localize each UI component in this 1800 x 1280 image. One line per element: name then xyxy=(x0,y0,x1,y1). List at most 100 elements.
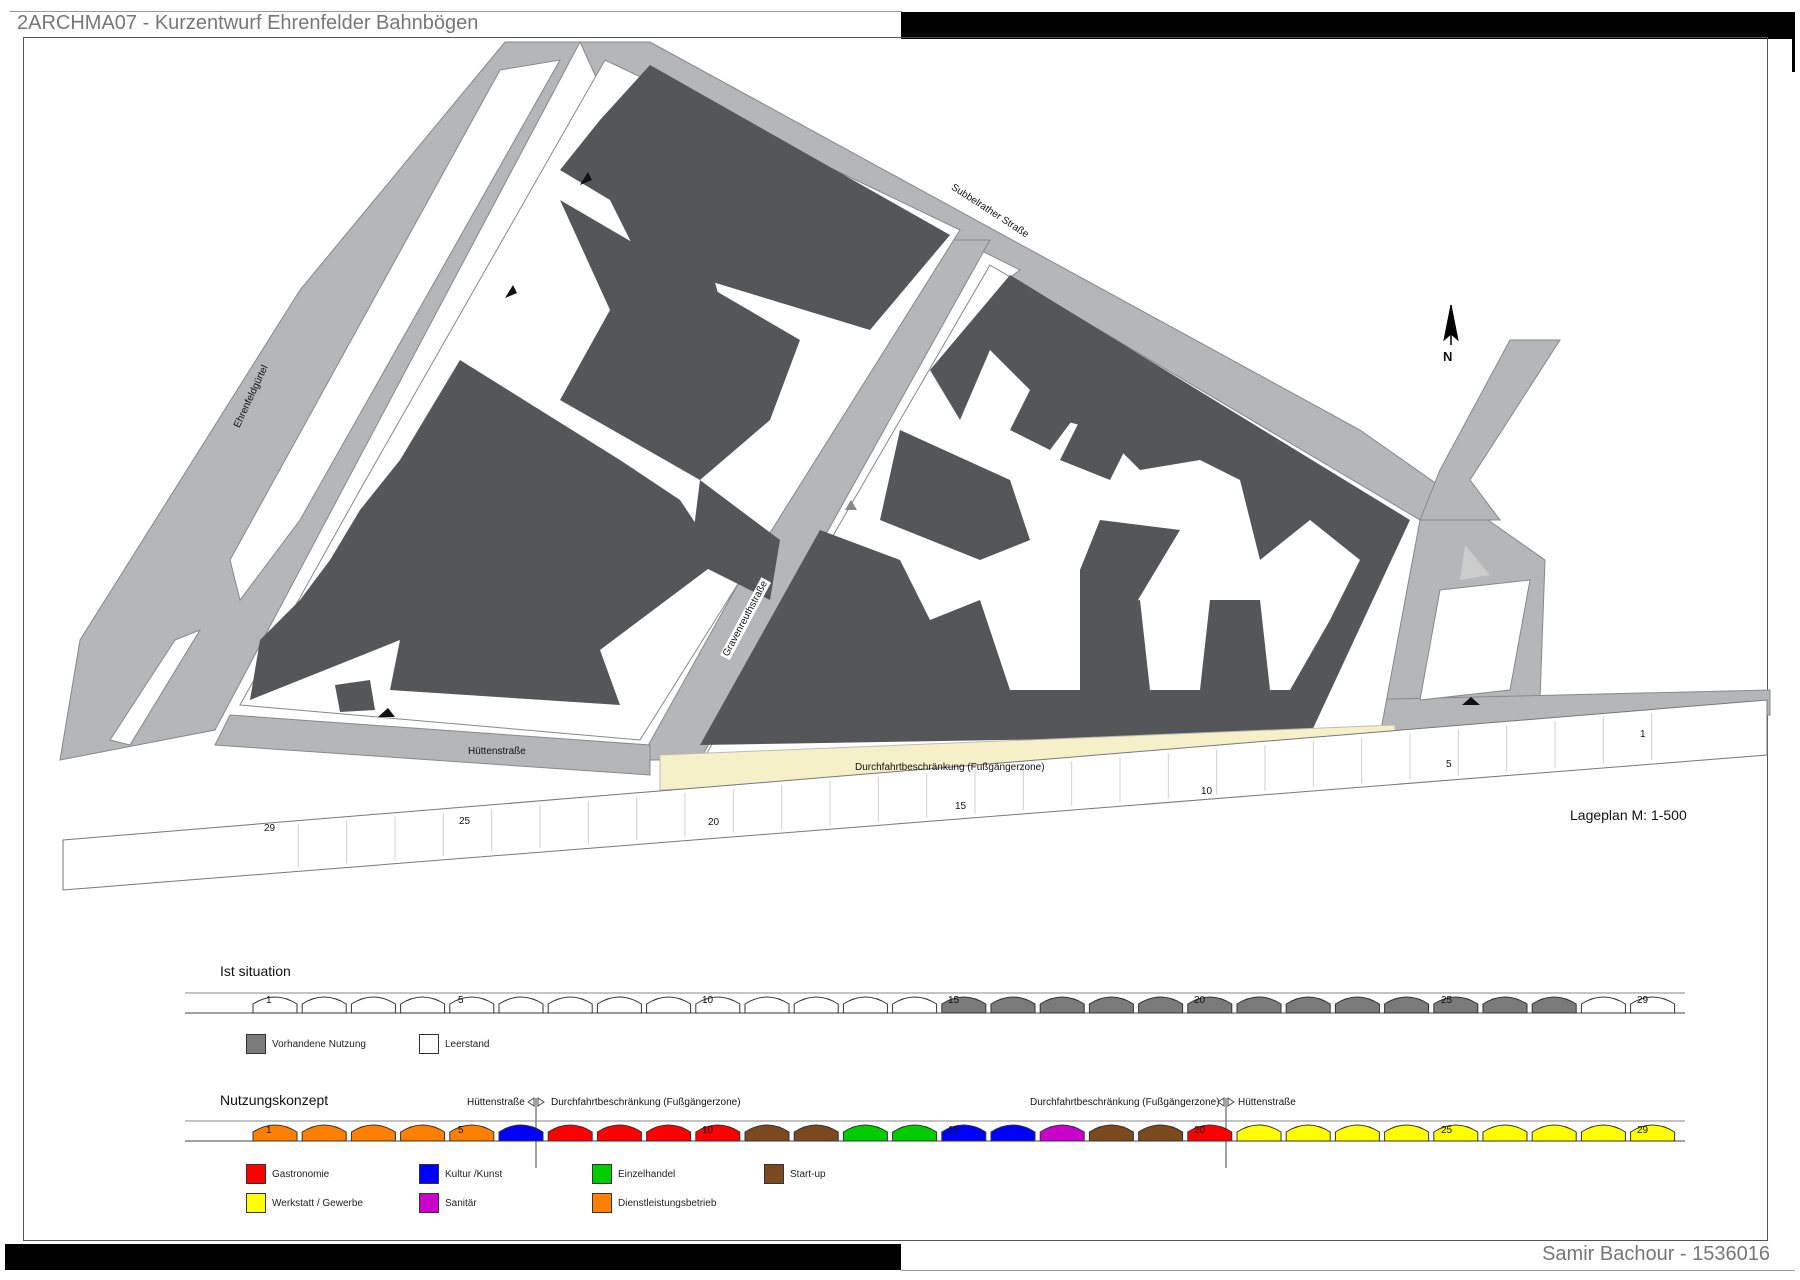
ist-arch-8 xyxy=(596,996,642,1014)
ist-arch-1 xyxy=(252,996,298,1014)
north-label: N xyxy=(1443,349,1453,364)
konzept-number-20: 20 xyxy=(1194,1125,1206,1136)
ist-legend-vacant-label: Leerstand xyxy=(445,1038,490,1050)
ist-arch-26 xyxy=(1482,996,1528,1014)
konzept-number-29: 29 xyxy=(1637,1125,1649,1136)
swatch-gastronomie xyxy=(246,1164,266,1184)
swatch-sanitaer xyxy=(419,1193,439,1213)
konzept-arch-24 xyxy=(1384,1124,1430,1142)
ist-legend-used: Vorhandene Nutzung xyxy=(246,1034,366,1054)
north-arrow xyxy=(1443,304,1459,345)
konzept-arch-27 xyxy=(1531,1124,1577,1142)
ist-arch-4 xyxy=(400,996,446,1014)
legend-startup-label: Start-up xyxy=(790,1168,826,1180)
ist-arch-18 xyxy=(1088,996,1134,1014)
ist-arch-9 xyxy=(646,996,692,1014)
ist-number-5: 5 xyxy=(458,995,464,1006)
street-branch-ne xyxy=(1419,339,1561,521)
ist-arch-17 xyxy=(1039,996,1085,1014)
ist-arch-27 xyxy=(1531,996,1577,1014)
ist-number-10: 10 xyxy=(702,995,714,1006)
legend-sanitaer-label: Sanitär xyxy=(445,1197,477,1209)
konzept-arch-14 xyxy=(892,1124,938,1142)
konzept-arch-5 xyxy=(449,1124,495,1142)
ist-arch-28 xyxy=(1580,996,1626,1014)
legend-kultur: Kultur /Kunst xyxy=(419,1164,502,1184)
legend-werkstatt-label: Werkstatt / Gewerbe xyxy=(272,1197,363,1209)
ist-number-15: 15 xyxy=(948,995,960,1006)
viaduct-number-5: 5 xyxy=(1446,759,1452,770)
ist-number-1: 1 xyxy=(266,995,272,1006)
konzept-arch-19 xyxy=(1138,1124,1184,1142)
swatch-vacant xyxy=(419,1034,439,1054)
swatch-kultur xyxy=(419,1164,439,1184)
ist-arch-7 xyxy=(547,996,593,1014)
ist-arch-21 xyxy=(1236,996,1282,1014)
legend-einzelhandel-label: Einzelhandel xyxy=(618,1168,676,1180)
ist-arch-23 xyxy=(1334,996,1380,1014)
ist-arch-14 xyxy=(892,996,938,1014)
konzept-arch-12 xyxy=(793,1124,839,1142)
ist-arch-12 xyxy=(793,996,839,1014)
legend-gastronomie: Gastronomie xyxy=(246,1164,329,1184)
viaduct-number-25: 25 xyxy=(459,816,471,827)
konzept-annot-left-street: Hüttenstraße xyxy=(467,1097,525,1108)
viaduct-number-1: 1 xyxy=(1640,729,1646,740)
konzept-arch-16 xyxy=(990,1124,1036,1142)
konzept-arch-6 xyxy=(498,1124,544,1142)
legend-dienstleistung-label: Dienstleistungsbetrieb xyxy=(618,1197,717,1209)
label-zone: Durchfahrtbeschränkung (Fußgängerzone) xyxy=(855,762,1045,773)
ist-arch-19 xyxy=(1138,996,1184,1014)
ist-legend-vacant: Leerstand xyxy=(419,1034,489,1054)
legend-dienstleistung: Dienstleistungsbetrieb xyxy=(592,1193,716,1213)
swatch-werkstatt xyxy=(246,1193,266,1213)
ist-title: Ist situation xyxy=(220,963,291,979)
site-plan xyxy=(59,41,1771,891)
ist-arch-3 xyxy=(350,996,396,1014)
konzept-arch-3 xyxy=(350,1124,396,1142)
viaduct-number-15: 15 xyxy=(955,801,967,812)
konzept-arch-28 xyxy=(1580,1124,1626,1142)
konzept-arch-2 xyxy=(301,1124,347,1142)
ist-arch-24 xyxy=(1384,996,1430,1014)
konzept-arch-18 xyxy=(1088,1124,1134,1142)
konzept-arch-22 xyxy=(1285,1124,1331,1142)
konzept-arch-17 xyxy=(1039,1124,1085,1142)
konzept-arch-23 xyxy=(1334,1124,1380,1142)
ist-number-25: 25 xyxy=(1441,995,1453,1006)
legend-sanitaer: Sanitär xyxy=(419,1193,477,1213)
ist-arch-5 xyxy=(449,996,495,1014)
ist-arch-2 xyxy=(301,996,347,1014)
konzept-number-5: 5 xyxy=(458,1125,464,1136)
konzept-number-15: 15 xyxy=(948,1125,960,1136)
konzept-annot-right-street: Hüttenstraße xyxy=(1238,1097,1296,1108)
swatch-used xyxy=(246,1034,266,1054)
legend-startup: Start-up xyxy=(764,1164,826,1184)
konzept-number-1: 1 xyxy=(266,1125,272,1136)
ist-number-20: 20 xyxy=(1194,995,1206,1006)
building-w6 xyxy=(335,680,375,712)
konzept-arch-13 xyxy=(842,1124,888,1142)
ist-arch-diagram xyxy=(185,992,1685,1014)
konzept-number-10: 10 xyxy=(702,1125,714,1136)
konzept-arch-21 xyxy=(1236,1124,1282,1142)
konzept-arch-4 xyxy=(400,1124,446,1142)
legend-kultur-label: Kultur /Kunst xyxy=(445,1168,503,1180)
konzept-arch-26 xyxy=(1482,1124,1528,1142)
konzept-number-25: 25 xyxy=(1441,1125,1453,1136)
bottom-black-bar xyxy=(5,1244,901,1270)
bottom-rule xyxy=(901,1270,1795,1271)
viaduct-number-20: 20 xyxy=(708,817,720,828)
ist-legend-used-label: Vorhandene Nutzung xyxy=(272,1038,366,1050)
ist-arch-6 xyxy=(498,996,544,1014)
ist-arch-22 xyxy=(1285,996,1331,1014)
legend-werkstatt: Werkstatt / Gewerbe xyxy=(246,1193,363,1213)
konzept-arch-11 xyxy=(744,1124,790,1142)
author-label: Samir Bachour - 1536016 xyxy=(1542,1243,1770,1265)
konzept-arch-8 xyxy=(596,1124,642,1142)
label-huetten: Hüttenstraße xyxy=(468,746,526,757)
konzept-arch-diagram xyxy=(185,1120,1685,1142)
legend-gastronomie-label: Gastronomie xyxy=(272,1168,330,1180)
viaduct-number-10: 10 xyxy=(1201,786,1213,797)
konzept-arch-7 xyxy=(547,1124,593,1142)
